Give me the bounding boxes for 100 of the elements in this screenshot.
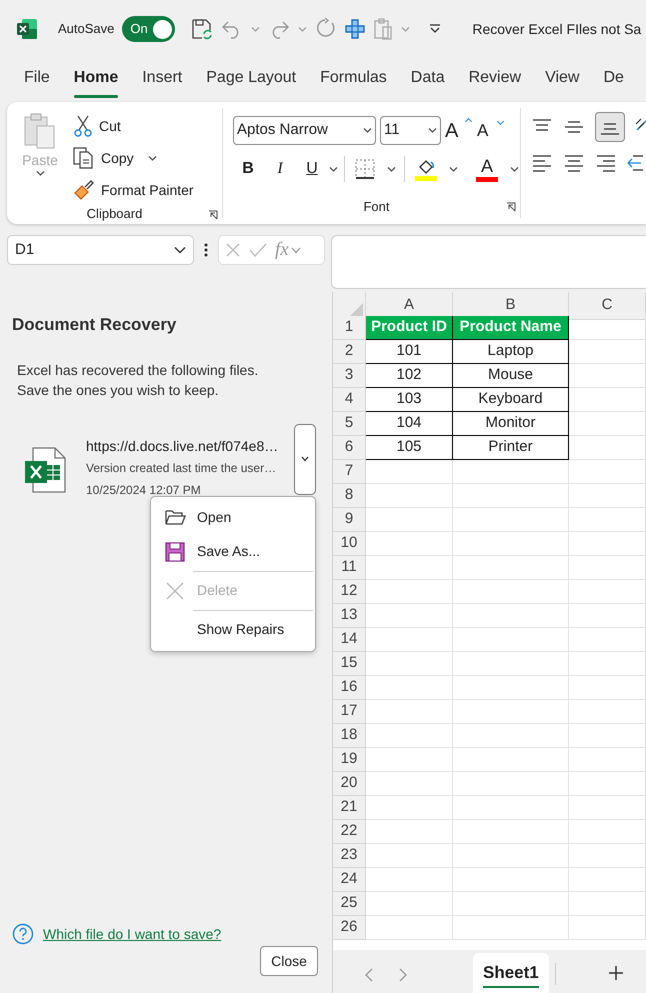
help-link[interactable]: Which file do I want to save? xyxy=(43,924,222,944)
cancel-icon[interactable] xyxy=(225,242,241,258)
empty-cell[interactable] xyxy=(453,724,569,748)
clipboard-icon[interactable] xyxy=(373,18,394,40)
row-header[interactable]: 20 xyxy=(333,772,366,796)
row-header[interactable]: 8 xyxy=(333,484,366,508)
row-header[interactable]: 5 xyxy=(333,412,366,436)
empty-cell[interactable] xyxy=(569,748,646,772)
empty-cell[interactable] xyxy=(453,628,569,652)
formula-bar[interactable] xyxy=(331,235,646,289)
empty-cell[interactable] xyxy=(569,772,646,796)
column-header[interactable]: C xyxy=(569,292,646,320)
enter-icon[interactable] xyxy=(249,242,267,258)
ribbon-tab[interactable]: File xyxy=(12,66,62,100)
empty-cell[interactable] xyxy=(569,868,646,892)
row-header[interactable]: 16 xyxy=(333,676,366,700)
ribbon-tab[interactable]: View xyxy=(533,66,592,100)
empty-cell[interactable] xyxy=(569,724,646,748)
empty-cell[interactable] xyxy=(453,772,569,796)
autosave-toggle[interactable]: On xyxy=(122,16,176,42)
empty-cell[interactable] xyxy=(569,892,646,916)
empty-cell[interactable] xyxy=(453,916,569,940)
empty-cell[interactable] xyxy=(569,388,646,412)
ribbon-tab[interactable]: Data xyxy=(398,66,457,100)
empty-cell[interactable] xyxy=(569,508,646,532)
menu-item[interactable]: Open xyxy=(151,500,315,534)
font-name-dropdown[interactable]: Aptos Narrow xyxy=(233,116,376,145)
empty-cell[interactable] xyxy=(569,820,646,844)
empty-cell[interactable] xyxy=(569,652,646,676)
empty-cell[interactable] xyxy=(569,796,646,820)
empty-cell[interactable] xyxy=(453,556,569,580)
empty-cell[interactable] xyxy=(569,460,646,484)
empty-cell[interactable] xyxy=(453,820,569,844)
row-header[interactable]: 23 xyxy=(333,844,366,868)
row-header[interactable]: 10 xyxy=(333,532,366,556)
row-header[interactable]: 17 xyxy=(333,700,366,724)
row-header[interactable]: 6 xyxy=(333,436,366,460)
empty-cell[interactable] xyxy=(569,532,646,556)
row-header[interactable]: 13 xyxy=(333,604,366,628)
shrink-font-button[interactable]: A xyxy=(477,116,505,144)
empty-cell[interactable] xyxy=(453,460,569,484)
row-header[interactable]: 7 xyxy=(333,460,366,484)
empty-cell[interactable] xyxy=(569,484,646,508)
empty-cell[interactable] xyxy=(453,844,569,868)
row-header[interactable]: 1 xyxy=(333,316,366,340)
empty-cell[interactable] xyxy=(453,676,569,700)
caret-icon[interactable] xyxy=(329,166,338,172)
next-sheet-icon[interactable] xyxy=(399,968,407,982)
ribbon-tab[interactable]: Insert xyxy=(130,66,194,100)
row-header[interactable]: 18 xyxy=(333,724,366,748)
ribbon-tab[interactable]: De xyxy=(591,66,636,100)
previous-sheet-icon[interactable] xyxy=(365,968,373,982)
empty-cell[interactable] xyxy=(453,604,569,628)
customize-dropdown-icon[interactable] xyxy=(428,23,442,35)
empty-cell[interactable] xyxy=(453,532,569,556)
empty-cell[interactable] xyxy=(569,700,646,724)
bold-button[interactable]: B xyxy=(233,155,263,183)
row-header[interactable]: 3 xyxy=(333,364,366,388)
row-header[interactable]: 11 xyxy=(333,556,366,580)
empty-cell[interactable] xyxy=(569,628,646,652)
caret-icon[interactable] xyxy=(449,166,458,172)
more-options-icon[interactable] xyxy=(204,242,208,258)
row-header[interactable]: 22 xyxy=(333,820,366,844)
row-header[interactable]: 9 xyxy=(333,508,366,532)
font-size-dropdown[interactable]: 11 xyxy=(380,116,441,145)
empty-cell[interactable] xyxy=(569,916,646,940)
empty-cell[interactable] xyxy=(453,868,569,892)
empty-cell[interactable] xyxy=(569,580,646,604)
cut-button[interactable]: Cut xyxy=(73,112,194,140)
empty-cell[interactable] xyxy=(453,652,569,676)
format-painter-button[interactable]: Format Painter xyxy=(73,176,194,204)
empty-cell[interactable] xyxy=(453,796,569,820)
close-button[interactable]: Close xyxy=(260,946,318,976)
empty-cell[interactable] xyxy=(453,700,569,724)
empty-cell[interactable] xyxy=(453,892,569,916)
menu-item[interactable]: Show Repairs xyxy=(151,612,315,646)
caret-icon[interactable] xyxy=(510,166,519,172)
font-color-button[interactable]: A xyxy=(474,155,500,183)
row-header[interactable]: 2 xyxy=(333,340,366,364)
empty-cell[interactable] xyxy=(569,436,646,460)
row-header[interactable]: 24 xyxy=(333,868,366,892)
empty-cell[interactable] xyxy=(569,556,646,580)
empty-cell[interactable] xyxy=(453,580,569,604)
row-header[interactable]: 19 xyxy=(333,748,366,772)
empty-cell[interactable] xyxy=(569,412,646,436)
row-header[interactable]: 15 xyxy=(333,652,366,676)
sheet-tab[interactable]: Sheet1 xyxy=(473,953,549,993)
caret-icon[interactable] xyxy=(387,166,396,172)
ribbon-tab[interactable]: Page Layout xyxy=(194,66,308,100)
row-header[interactable]: 26 xyxy=(333,916,366,940)
refresh-icon[interactable] xyxy=(315,18,338,40)
copy-button[interactable]: Copy xyxy=(73,144,194,172)
align-bottom-button[interactable] xyxy=(595,112,625,142)
empty-cell[interactable] xyxy=(453,748,569,772)
empty-cell[interactable] xyxy=(569,604,646,628)
row-header[interactable]: 4 xyxy=(333,388,366,412)
row-header[interactable]: 25 xyxy=(333,892,366,916)
underline-button[interactable]: U xyxy=(297,155,327,183)
empty-cell[interactable] xyxy=(569,364,646,388)
row-header[interactable]: 12 xyxy=(333,580,366,604)
